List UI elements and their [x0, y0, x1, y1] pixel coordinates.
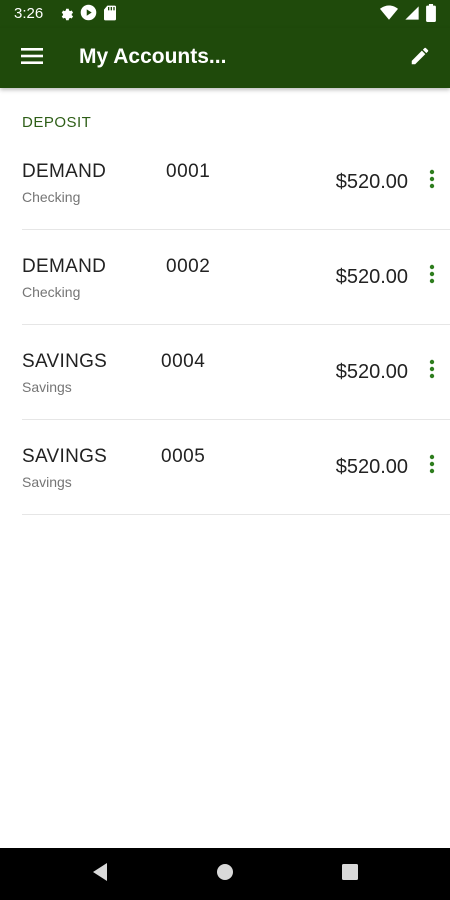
account-row[interactable]: DEMAND 0001 Checking $520.00 [22, 135, 450, 230]
more-vert-icon [429, 359, 435, 384]
account-row[interactable]: SAVINGS 0005 Savings $520.00 [22, 420, 450, 515]
account-name: DEMAND [22, 161, 107, 182]
account-number: 0005 [161, 446, 206, 467]
signal-icon [404, 5, 420, 26]
more-options-button[interactable] [420, 260, 444, 292]
account-name: DEMAND [22, 256, 107, 277]
home-icon [216, 863, 234, 886]
account-type: Checking [22, 284, 81, 300]
more-vert-icon [429, 169, 435, 194]
account-name: SAVINGS [22, 351, 108, 372]
account-type: Savings [22, 474, 72, 490]
sd-card-icon [103, 5, 117, 26]
more-vert-icon [429, 264, 435, 289]
play-icon [80, 4, 97, 26]
account-balance: $520.00 [335, 361, 408, 383]
more-options-button[interactable] [420, 450, 444, 482]
nav-recents-button[interactable] [338, 862, 362, 886]
account-balance: $520.00 [335, 456, 408, 478]
account-row[interactable]: DEMAND 0002 Checking $520.00 [22, 230, 450, 325]
page-title: My Accounts... [79, 45, 227, 68]
status-icons-right [380, 4, 436, 27]
status-bar: 3:26 [0, 0, 450, 28]
account-number: 0004 [161, 351, 206, 372]
more-vert-icon [429, 454, 435, 479]
more-options-button[interactable] [420, 355, 444, 387]
battery-icon [426, 4, 436, 27]
back-icon [91, 862, 109, 887]
more-options-button[interactable] [420, 165, 444, 197]
edit-button[interactable] [402, 40, 438, 76]
menu-button[interactable] [14, 40, 50, 76]
status-time: 3:26 [14, 5, 44, 22]
pencil-edit-icon [409, 45, 431, 72]
account-number: 0001 [166, 161, 211, 182]
account-row[interactable]: SAVINGS 0004 Savings $520.00 [22, 325, 450, 420]
system-nav-bar [0, 848, 450, 900]
account-type: Checking [22, 189, 81, 205]
account-balance: $520.00 [335, 266, 408, 288]
nav-back-button[interactable] [88, 862, 112, 886]
account-number: 0002 [166, 256, 211, 277]
wifi-icon [380, 5, 398, 26]
hamburger-menu-icon [21, 47, 43, 70]
account-balance: $520.00 [335, 171, 408, 193]
recents-icon [341, 863, 359, 886]
status-icons-left [58, 4, 117, 26]
account-name: SAVINGS [22, 446, 108, 467]
section-header-deposit: DEPOSIT [22, 114, 92, 131]
account-type: Savings [22, 379, 72, 395]
app-bar: My Accounts... [0, 28, 450, 88]
account-list: DEMAND 0001 Checking $520.00 DEMAND 0002… [0, 135, 450, 515]
gear-icon [58, 5, 74, 26]
nav-home-button[interactable] [213, 862, 237, 886]
